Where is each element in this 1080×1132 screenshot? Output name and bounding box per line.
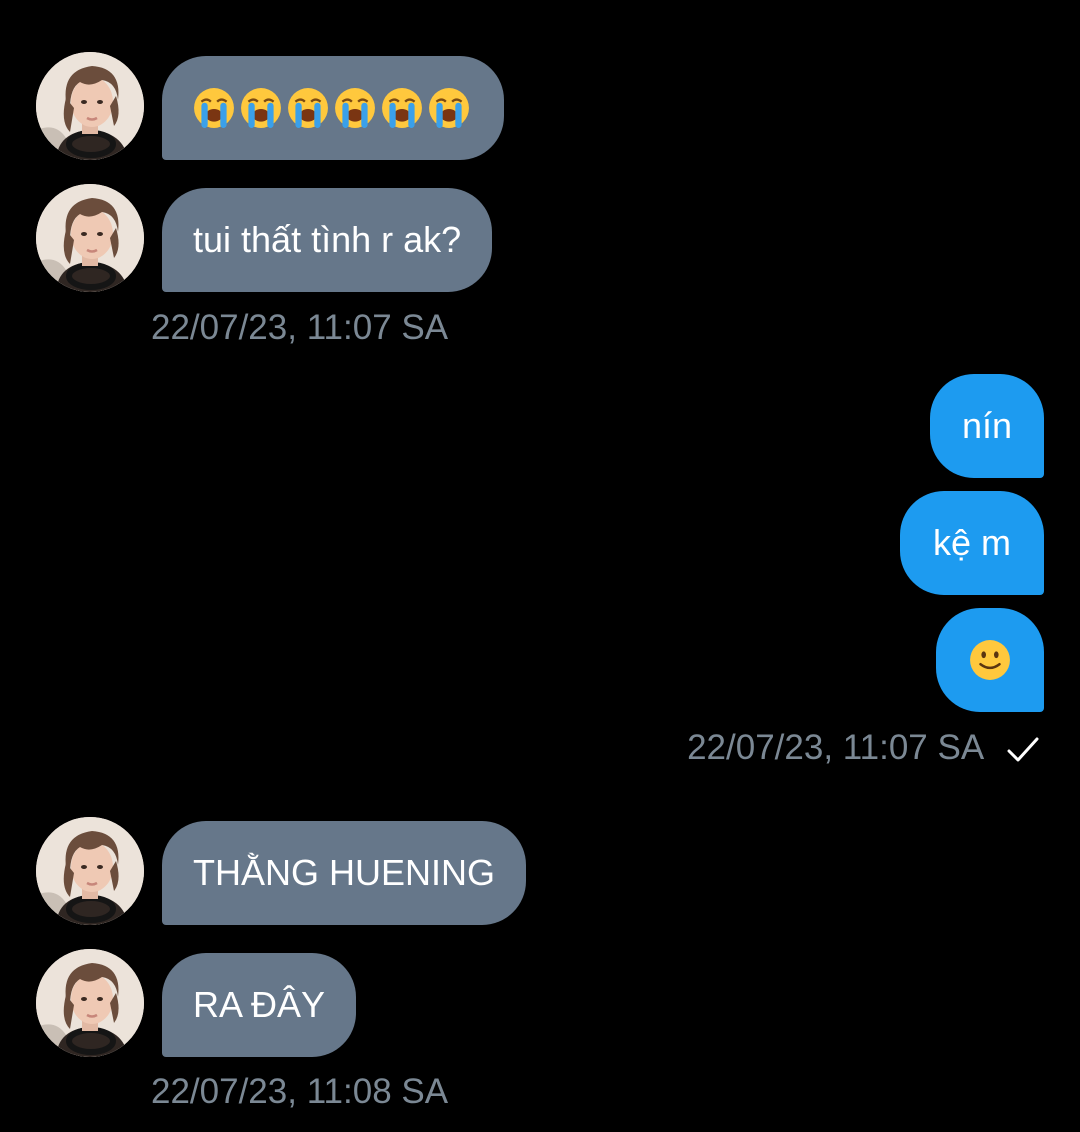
message-text: nín [961, 405, 1013, 446]
contact-avatar[interactable] [36, 52, 144, 160]
message-timestamp: 22/07/23, 11:07 SA [151, 308, 449, 347]
loudly-crying-face-icon [193, 87, 470, 129]
message-text: tui thất tình r ak? [193, 219, 462, 260]
incoming-message-bubble[interactable]: tui thất tình r ak? [162, 188, 493, 292]
outgoing-message-bubble[interactable] [936, 608, 1044, 712]
outgoing-message-bubble[interactable]: kệ m [900, 491, 1044, 595]
message-timestamp: 22/07/23, 11:08 SA [151, 1072, 449, 1111]
message-text: RA ĐÂY [193, 984, 326, 1025]
contact-avatar[interactable] [36, 949, 144, 1057]
loudly-crying-face-icon [381, 87, 423, 129]
loudly-crying-face-icon [240, 87, 282, 129]
message-timestamp: 22/07/23, 11:07 SA [687, 728, 983, 767]
loudly-crying-face-icon [428, 87, 470, 129]
slightly-smiling-face-icon [970, 640, 1010, 680]
message-timestamp-row: 22/07/23, 11:07 SA [687, 728, 1040, 768]
incoming-message-bubble[interactable]: THẰNG HUENING [162, 821, 527, 925]
message-text: THẰNG HUENING [193, 852, 496, 893]
contact-avatar[interactable] [36, 184, 144, 292]
outgoing-message-bubble[interactable]: nín [930, 374, 1044, 478]
incoming-message-bubble[interactable] [162, 56, 504, 160]
incoming-message-bubble[interactable]: RA ĐÂY [162, 953, 357, 1057]
checkmark-icon [1007, 737, 1039, 762]
loudly-crying-face-icon [193, 87, 235, 129]
message-text: kệ m [932, 522, 1011, 563]
contact-avatar[interactable] [36, 817, 144, 925]
loudly-crying-face-icon [287, 87, 329, 129]
loudly-crying-face-icon [334, 87, 376, 129]
